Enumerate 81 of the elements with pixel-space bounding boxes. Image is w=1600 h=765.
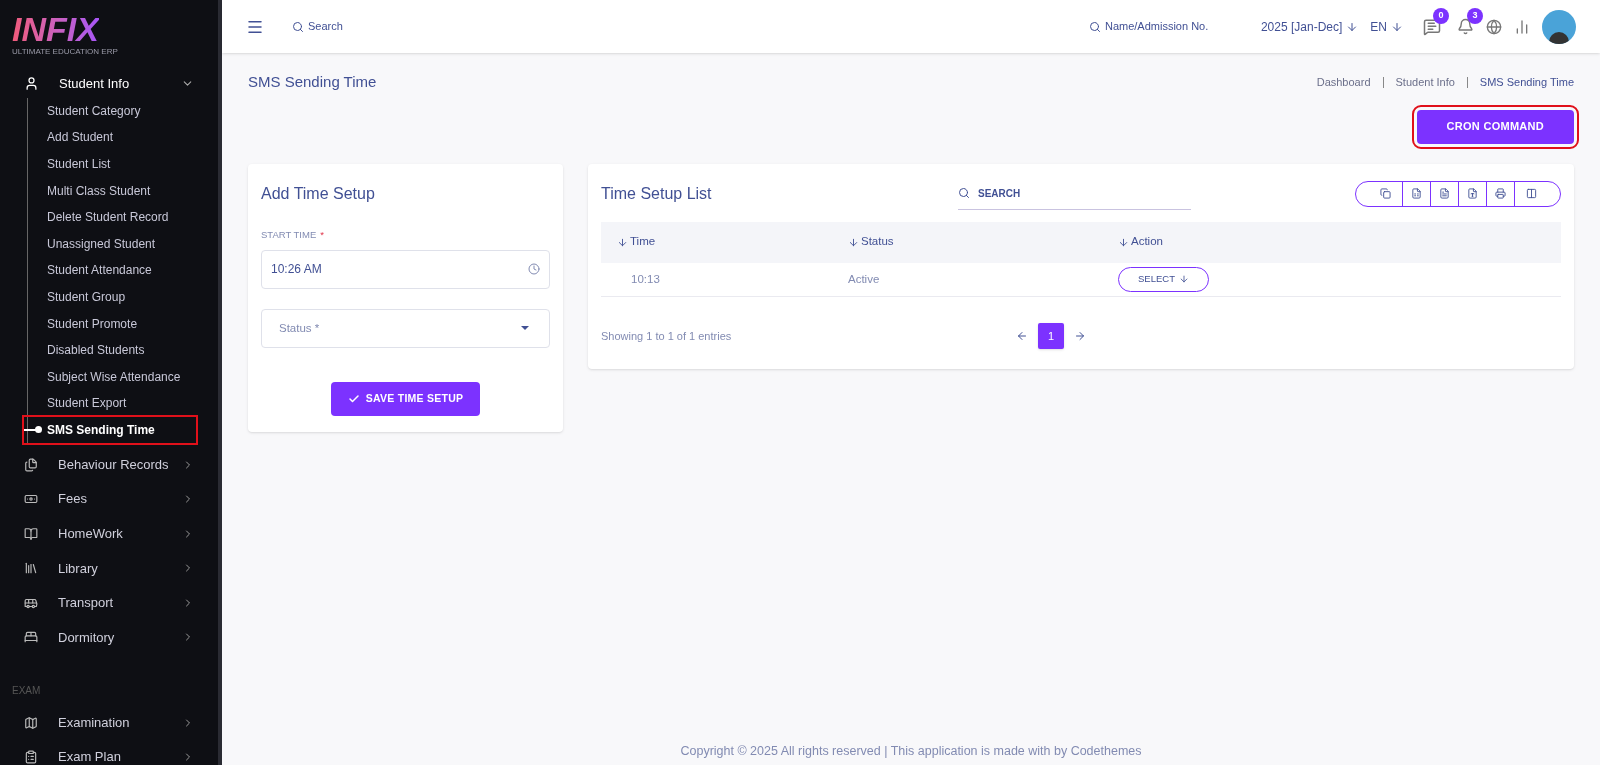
section-label: EXAM — [11, 683, 42, 698]
page-button[interactable]: 1 — [1038, 323, 1064, 349]
menu-item[interactable]: Exam Plan — [0, 739, 218, 765]
previous-page-icon[interactable] — [1016, 330, 1028, 342]
table-search-field[interactable]: SEARCH — [978, 185, 1191, 201]
time-input-field[interactable]: 10:26 AM — [261, 249, 550, 289]
submenu-item[interactable]: Delete Student Record — [24, 203, 196, 231]
submenu-item[interactable]: Student Category — [24, 97, 196, 125]
next-page-icon[interactable] — [1074, 330, 1086, 342]
sort-icon — [848, 236, 859, 248]
csv-icon — [1439, 188, 1450, 199]
map-icon — [24, 715, 38, 730]
submenu-item[interactable]: Unassigned Student — [24, 230, 196, 258]
bell-icon[interactable] — [1457, 18, 1474, 35]
submenu-item[interactable]: Add Student — [24, 124, 196, 151]
submenu-item[interactable]: Student Export — [24, 390, 196, 417]
arrow-down-icon — [1346, 20, 1359, 33]
menu-item[interactable]: HomeWork — [0, 516, 218, 551]
chart-icon[interactable] — [1514, 18, 1530, 35]
clock-icon — [528, 263, 540, 276]
footer-text: Copyright © 2025 All rights reserved | This application is made with by Codethemes — [680, 743, 1142, 761]
copy-icon — [1379, 188, 1391, 199]
menu-item[interactable]: Dormitory — [0, 620, 218, 655]
menu-item[interactable]: Transport — [0, 585, 218, 621]
arrow-down-icon — [1178, 274, 1189, 285]
message-count-badge: 0 — [1433, 7, 1449, 24]
column-header[interactable]: Status — [848, 221, 1118, 263]
menu-item[interactable]: Student Info — [0, 74, 218, 94]
submenu-item[interactable]: Multi Class Student — [24, 177, 196, 204]
columns-icon — [1526, 188, 1537, 199]
column-header[interactable]: Time — [601, 221, 848, 263]
avatar[interactable] — [1542, 9, 1576, 44]
menu-item[interactable]: Behaviour Records — [0, 447, 218, 482]
check-icon — [347, 392, 360, 405]
search-field[interactable]: Search — [308, 18, 508, 35]
breadcrumb-link[interactable]: Dashboard — [1316, 74, 1371, 91]
card-title: Add Time Setup — [261, 183, 376, 204]
card-title: Time Setup List — [601, 183, 713, 204]
bed-icon — [24, 630, 38, 645]
user-icon — [24, 76, 39, 92]
table-cell: Active — [848, 262, 1118, 297]
submenu-item[interactable]: Student Promote — [24, 310, 196, 337]
pdf-icon — [1467, 188, 1478, 199]
message-icon[interactable] — [1423, 17, 1441, 36]
globe-icon[interactable] — [1486, 18, 1502, 35]
sort-icon — [617, 236, 628, 248]
sort-icon — [1118, 236, 1129, 248]
search-icon — [1088, 20, 1101, 33]
files-icon — [24, 457, 38, 472]
table-cell: 10:13 — [601, 262, 848, 297]
submenu-item[interactable]: Disabled Students — [24, 336, 196, 364]
notification-count-badge: 3 — [1467, 8, 1483, 24]
status-select[interactable]: Status * — [261, 308, 550, 348]
search-icon — [958, 187, 970, 199]
menu-item[interactable]: Examination — [0, 705, 218, 740]
arrow-down-icon — [1391, 20, 1403, 33]
excel-icon — [1411, 188, 1422, 199]
submenu-item[interactable]: Subject Wise Attendance — [24, 363, 196, 391]
column-header[interactable]: Action — [1118, 221, 1561, 263]
language-dropdown[interactable]: EN — [1370, 17, 1403, 36]
required-mark: * — [320, 227, 324, 242]
breadcrumb-link[interactable]: Student Info — [1395, 74, 1455, 91]
search-icon — [292, 20, 304, 33]
field-label: START TIME — [261, 227, 317, 242]
menu-item[interactable]: Library — [0, 551, 218, 586]
print-icon — [1495, 188, 1506, 199]
entries-info: Showing 1 to 1 of 1 entries — [601, 328, 733, 344]
page-title: SMS Sending Time — [248, 72, 377, 92]
session-dropdown[interactable]: 2025 [Jan-Dec] — [1260, 17, 1359, 36]
dropdown-caret-icon — [521, 326, 529, 331]
menu-item[interactable]: Fees — [0, 481, 218, 517]
save-button[interactable]: SAVE TIME SETUP — [330, 381, 481, 416]
book-icon — [24, 526, 38, 541]
clipboard-icon — [24, 749, 38, 764]
library-icon — [24, 561, 38, 576]
submenu-item[interactable]: Student Group — [24, 283, 196, 311]
submenu-item[interactable]: SMS Sending Time — [24, 416, 196, 444]
submenu-item[interactable]: Student Attendance — [24, 257, 196, 284]
student-search-field[interactable]: Name/Admission No. — [1104, 18, 1245, 35]
logo-tagline: ULTIMATE EDUCATION ERP — [12, 46, 119, 58]
submenu-item[interactable]: Student List — [24, 150, 196, 178]
